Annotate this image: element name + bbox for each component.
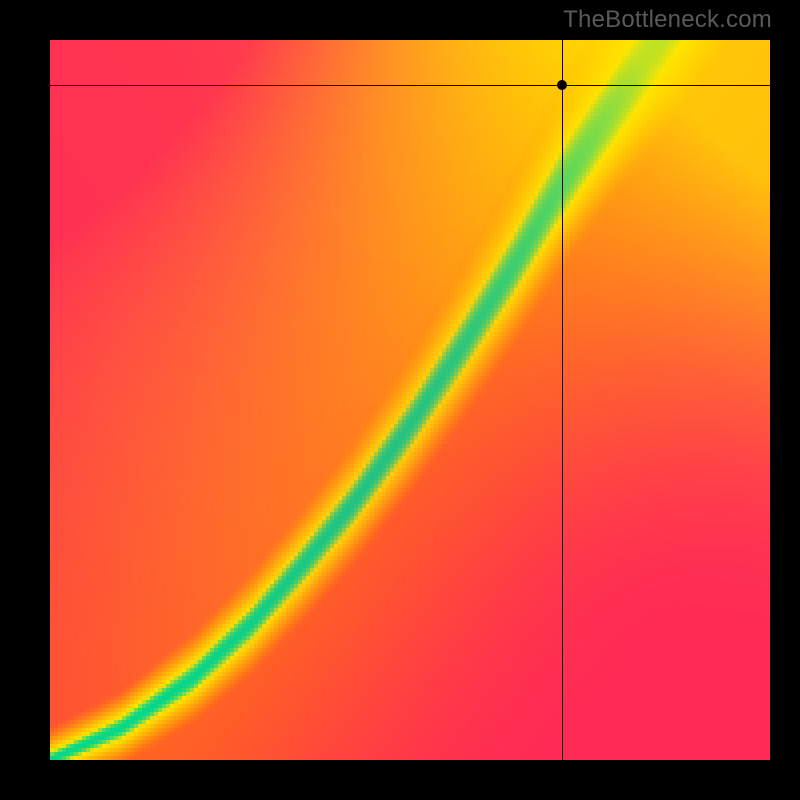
- crosshair-horizontal: [50, 85, 770, 86]
- watermark-text: TheBottleneck.com: [563, 6, 772, 34]
- chart-frame: TheBottleneck.com: [0, 0, 800, 800]
- crosshair-vertical: [562, 40, 563, 760]
- selection-marker: [557, 80, 567, 90]
- heatmap-canvas: [50, 40, 770, 760]
- heatmap-plot: [50, 40, 770, 760]
